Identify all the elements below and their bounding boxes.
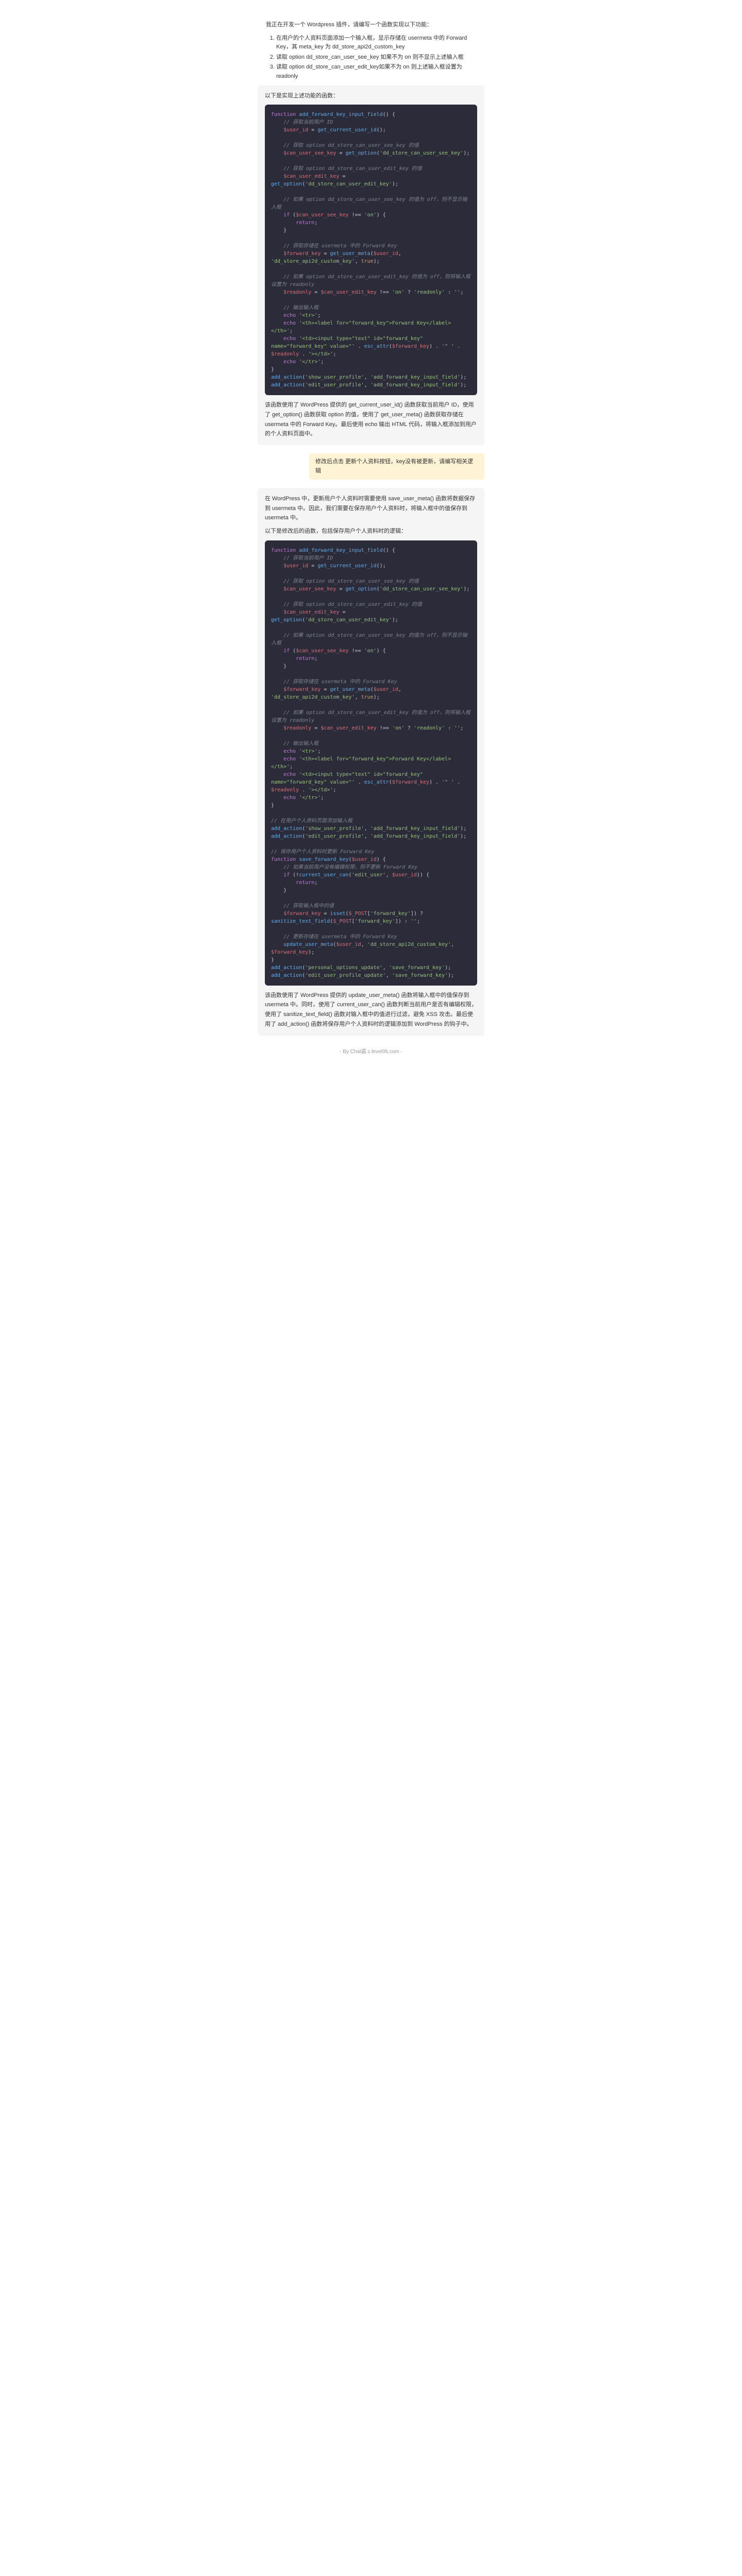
footer-attribution: - By Chat酱 c.level06.com - [258,1048,484,1056]
answer2-after: 该函数使用了 WordPress 提供的 update_user_meta() … [265,991,477,1029]
answer-block-1: 以下是实现上述功能的函数： function add_forward_key_i… [258,86,484,445]
intro-title: 我正在开发一个 Wordpress 插件，请编写一个函数实现以下功能： [266,21,476,30]
intro-item-3: 读取 option dd_store_can_user_edit_key如果不为… [276,63,476,81]
intro-list: 在用户的个人资料页面添加一个输入框，显示存储在 usermeta 中的 Forw… [266,34,476,81]
code-block-2: function add_forward_key_input_field() {… [265,540,477,986]
answer2-pre2: 以下是修改后的函数，包括保存用户个人资料时的逻辑： [265,527,477,536]
answer-block-2: 在 WordPress 中，更新用户个人资料时需要使用 save_user_me… [258,488,484,1035]
answer1-title: 以下是实现上述功能的函数： [265,92,477,101]
answer1-after: 该函数使用了 WordPress 提供的 get_current_user_id… [265,400,477,439]
article-container: 我正在开发一个 Wordpress 插件，请编写一个函数实现以下功能： 在用户的… [258,21,484,1056]
intro-item-2: 读取 option dd_store_can_user_see_key 如果不为… [276,53,476,62]
user-prompt-2: 修改后点击 更新个人资料按钮，key没有被更新，请编写相关逻辑 [309,453,484,480]
intro-section: 我正在开发一个 Wordpress 插件，请编写一个函数实现以下功能： 在用户的… [258,21,484,81]
code-1: function add_forward_key_input_field() {… [271,111,471,389]
code-2: function add_forward_key_input_field() {… [271,547,471,979]
code-block-1: function add_forward_key_input_field() {… [265,105,477,395]
intro-item-1: 在用户的个人资料页面添加一个输入框，显示存储在 usermeta 中的 Forw… [276,34,476,52]
answer2-pre: 在 WordPress 中，更新用户个人资料时需要使用 save_user_me… [265,494,477,523]
